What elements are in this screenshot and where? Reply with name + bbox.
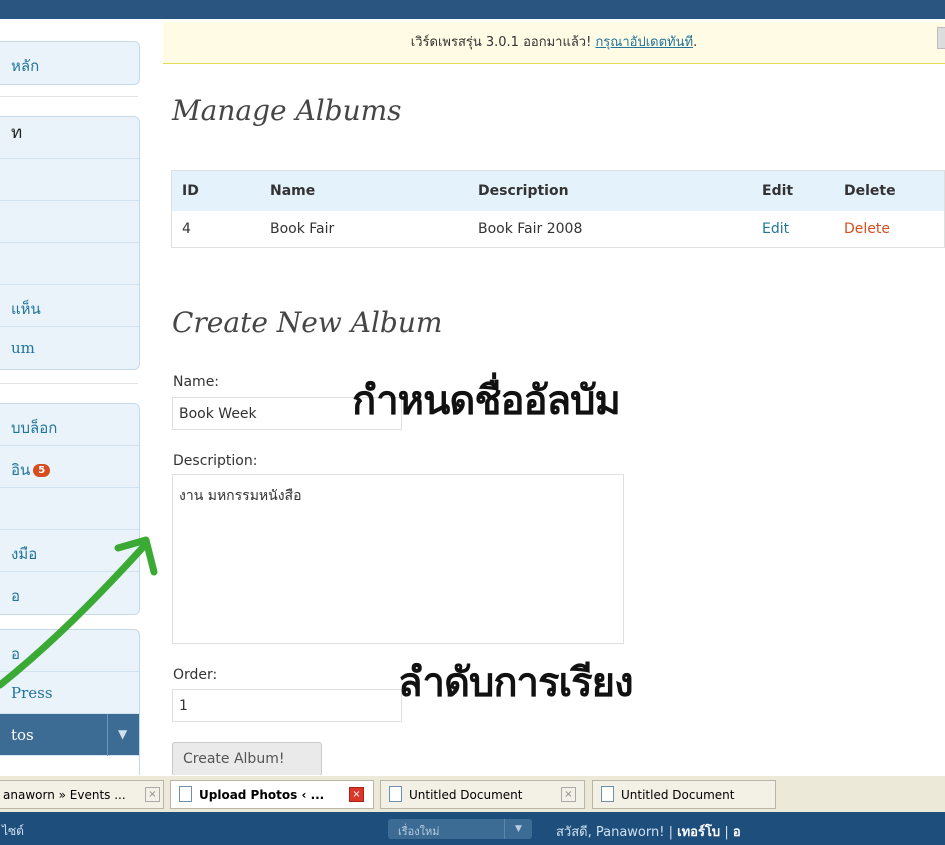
column-header-delete: Delete xyxy=(844,170,945,211)
menu-separator xyxy=(0,383,138,384)
menu-separator xyxy=(0,96,138,97)
footer-separator: | xyxy=(724,825,729,840)
close-icon[interactable]: × xyxy=(561,787,576,802)
column-header-description: Description xyxy=(478,170,762,211)
user-menu: สวัสดี, Panaworn! | เทอร์โบ | อ xyxy=(556,821,741,842)
album-name-value: Book Week xyxy=(179,406,257,422)
arrow-annotation-icon xyxy=(0,536,158,689)
album-order-input[interactable]: 1 xyxy=(172,689,402,722)
document-icon xyxy=(179,786,192,802)
table-row: 4 Book Fair Book Fair 2008 Edit Delete xyxy=(171,211,945,248)
sidebar-item-media[interactable] xyxy=(0,159,139,201)
new-content-dropdown-label: เรื่องใหม่ xyxy=(398,825,440,838)
new-content-dropdown[interactable]: เรื่องใหม่ ▼ xyxy=(388,819,532,839)
sidebar-item-plugins-label: อิน xyxy=(11,461,31,479)
sidebar-item-photos[interactable]: tos ▼ xyxy=(0,714,139,756)
cell-name: Book Fair xyxy=(270,211,478,248)
sidebar-item-plugins[interactable]: อิน 5 xyxy=(0,446,139,488)
update-count-badge: 5 xyxy=(33,464,51,477)
browser-tab[interactable]: Untitled Document × xyxy=(380,780,585,809)
sidebar-item-comments[interactable]: แห็น xyxy=(0,285,139,327)
cell-description: Book Fair 2008 xyxy=(478,211,762,248)
close-icon[interactable]: × xyxy=(349,787,364,802)
logout-link[interactable]: อ xyxy=(733,825,741,840)
admin-header-bar xyxy=(0,0,945,19)
description-label: Description: xyxy=(173,453,258,469)
browser-tab[interactable]: Untitled Document xyxy=(592,780,776,809)
document-icon xyxy=(389,786,402,802)
update-notice-suffix: . xyxy=(693,35,698,50)
sidebar-item-posts[interactable]: ท xyxy=(0,117,139,159)
manage-albums-title: Manage Albums xyxy=(172,94,402,127)
chevron-down-icon: ▼ xyxy=(504,819,532,839)
browser-tab-active[interactable]: Upload Photos ‹ ... × xyxy=(170,780,374,809)
submenu-toggle[interactable]: ▼ xyxy=(107,714,139,756)
table-header-row: ID Name Description Edit Delete xyxy=(171,170,945,211)
update-notice: เวิร์ดเพรสรุ่น 3.0.1 ออกมาแล้ว! กรุณาอัป… xyxy=(163,22,945,64)
column-header-edit: Edit xyxy=(762,170,844,211)
sidebar-item-dashboard[interactable]: หลัก xyxy=(0,42,139,84)
albums-table: ID Name Description Edit Delete 4 Book F… xyxy=(171,170,945,248)
browser-tab[interactable]: anaworn » Events ... × xyxy=(0,780,164,809)
turbo-link[interactable]: เทอร์โบ xyxy=(677,825,720,840)
column-header-id: ID xyxy=(171,170,270,211)
submenu xyxy=(0,756,139,776)
close-icon[interactable]: × xyxy=(145,787,160,802)
site-link[interactable]: ไซต์ xyxy=(2,822,24,841)
column-header-name: Name xyxy=(270,170,478,211)
sidebar-item-appearance[interactable]: บบล็อก xyxy=(0,404,139,446)
delete-link[interactable]: Delete xyxy=(844,211,945,248)
album-description-value: งาน มหกรรมหนังสือ xyxy=(179,488,302,504)
edit-link[interactable]: Edit xyxy=(762,211,844,248)
triangle-down-icon: ▼ xyxy=(118,727,128,741)
greeting-link[interactable]: สวัสดี, Panaworn! xyxy=(556,825,664,840)
create-album-button-label: Create Album! xyxy=(183,751,285,767)
name-label: Name: xyxy=(173,374,220,390)
annotation-order: ลำดับการเรียง xyxy=(398,660,634,706)
browser-tab-label: Upload Photos ‹ ... xyxy=(199,788,325,802)
menu-group-dashboard: หลัก xyxy=(0,41,140,85)
cell-id: 4 xyxy=(171,211,270,248)
browser-tab-bar: anaworn » Events ... × Upload Photos ‹ .… xyxy=(0,775,945,812)
annotation-album-name: กำหนดชื่ออัลบัม xyxy=(352,378,621,424)
update-now-link[interactable]: กรุณาอัปเดตทันที xyxy=(595,35,693,50)
menu-group-content: ท แห็น um xyxy=(0,116,140,370)
document-icon xyxy=(601,786,614,802)
browser-tab-label: anaworn » Events ... xyxy=(3,788,126,802)
album-order-value: 1 xyxy=(179,698,188,714)
browser-tab-label: Untitled Document xyxy=(409,788,523,802)
sidebar-item-label: ท xyxy=(11,123,23,143)
sidebar-item-label: อิน 5 xyxy=(11,458,51,482)
sidebar-item-label: บบล็อก xyxy=(11,419,58,437)
sidebar-item-links[interactable] xyxy=(0,201,139,243)
sidebar-item-label: tos xyxy=(11,726,34,744)
admin-footer-bar: ไซต์ เรื่องใหม่ ▼ สวัสดี, Panaworn! | เท… xyxy=(0,812,945,845)
sidebar-item-label: um xyxy=(11,339,35,357)
create-album-button[interactable]: Create Album! xyxy=(172,742,322,776)
sidebar-item-label: หลัก xyxy=(11,57,40,75)
album-description-textarea[interactable]: งาน มหกรรมหนังสือ xyxy=(172,474,624,644)
sidebar-item-album[interactable]: um xyxy=(0,327,139,369)
footer-separator: | xyxy=(668,825,673,840)
sidebar-item-label: แห็น xyxy=(11,300,41,318)
browser-tab-label: Untitled Document xyxy=(621,788,735,802)
create-album-title: Create New Album xyxy=(172,306,443,339)
notice-button[interactable] xyxy=(937,27,945,49)
update-notice-text: เวิร์ดเพรสรุ่น 3.0.1 ออกมาแล้ว! xyxy=(410,35,596,50)
sidebar-item-pages[interactable] xyxy=(0,243,139,285)
